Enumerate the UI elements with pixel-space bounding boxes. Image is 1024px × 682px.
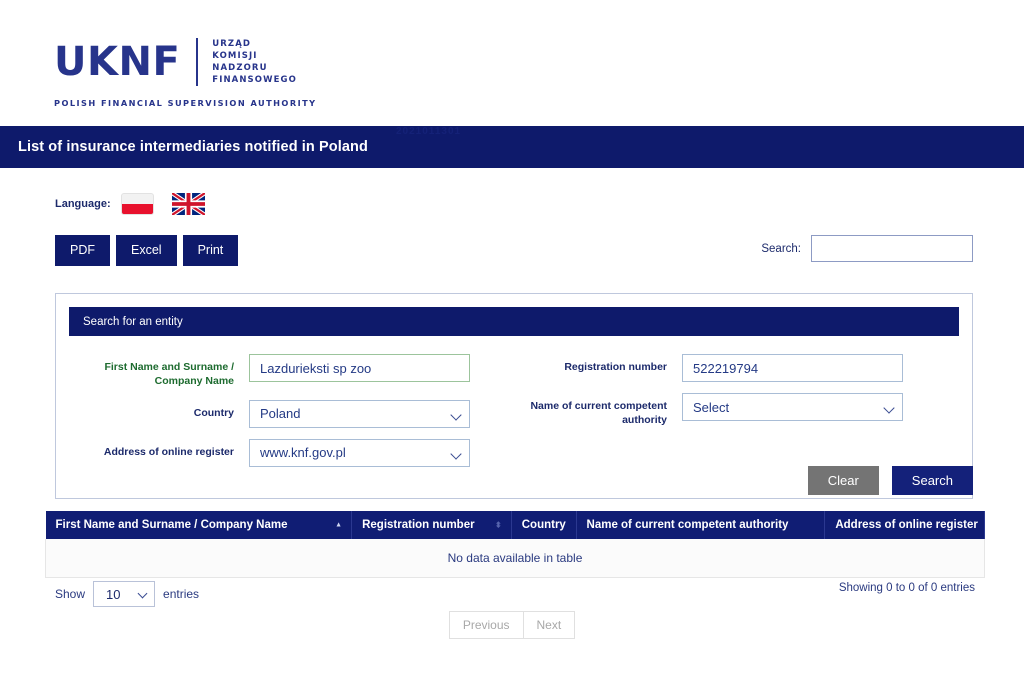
table-empty-message: No data available in table <box>45 539 985 578</box>
page-length-select[interactable]: 10 <box>93 581 156 607</box>
table-empty-row: No data available in table <box>45 539 985 578</box>
page-length-group: Show 10 entries <box>55 581 207 607</box>
table-info-text: Showing 0 to 0 of 0 entries <box>838 582 975 594</box>
entity-panel-heading: Search for an entity <box>69 307 959 336</box>
results-header-row: First Name and Surname / Company Name Re… <box>45 511 985 539</box>
column-header-online-register[interactable]: Address of online register <box>824 511 985 539</box>
form-action-group: Clear Search <box>807 466 973 495</box>
results-table-head: First Name and Surname / Company Name Re… <box>45 511 985 539</box>
page-title: List of insurance intermediaries notifie… <box>18 139 368 155</box>
export-pdf-button[interactable]: PDF <box>55 235 110 266</box>
page-header-bar: List of insurance intermediaries notifie… <box>0 126 1024 168</box>
logo-word-3: NADZORU <box>212 63 268 74</box>
company-name-control <box>249 354 514 382</box>
language-selector: Language: <box>55 193 205 215</box>
online-register-control: www.knf.gov.pl <box>249 438 514 467</box>
page-length-select-wrap: 10 <box>93 581 156 607</box>
column-header-competent-authority[interactable]: Name of current competent authority <box>576 511 826 539</box>
online-register-label: Address of online register <box>103 445 234 458</box>
uknf-logo: UKNF URZĄD KOMISJI NADZORU FINANSOWEGO P… <box>54 38 317 108</box>
logo-word-1: URZĄD <box>212 39 252 49</box>
registration-number-control <box>682 354 959 382</box>
logo-word-2: KOMISJI <box>212 51 258 62</box>
country-select[interactable]: Poland <box>249 399 470 428</box>
header-watermark: 2021011301 <box>396 126 462 137</box>
language-label: Language: <box>55 198 111 210</box>
print-button[interactable]: Print <box>182 235 239 266</box>
registration-number-field-row: Registration number <box>514 354 959 382</box>
logo-divider <box>196 38 199 87</box>
clear-button[interactable]: Clear <box>807 466 879 495</box>
online-register-field-row: Address of online register www.knf.gov.p… <box>69 438 514 467</box>
logo-acronym: UKNF <box>54 39 181 86</box>
table-search-input[interactable] <box>811 235 973 262</box>
online-register-select-wrap: www.knf.gov.pl <box>249 438 470 467</box>
table-search-label: Search: <box>761 242 801 255</box>
poland-flag-icon[interactable] <box>120 193 154 215</box>
pagination-controls: Previous Next <box>0 611 1024 639</box>
results-table-body: No data available in table <box>45 539 985 578</box>
country-field-row: Country Poland <box>69 399 514 428</box>
column-header-country[interactable]: Country <box>511 511 577 539</box>
online-register-select[interactable]: www.knf.gov.pl <box>249 438 470 467</box>
company-name-label: First Name and Surname / Company Name <box>104 361 234 387</box>
page-length-show-label: Show <box>55 587 86 601</box>
country-label: Country <box>193 406 234 419</box>
country-control: Poland <box>249 399 514 428</box>
logo-primary-row: UKNF URZĄD KOMISJI NADZORU FINANSOWEGO <box>54 38 317 87</box>
competent-authority-select-wrap: Select <box>682 393 903 421</box>
results-table: First Name and Surname / Company Name Re… <box>45 511 985 578</box>
company-name-field-row: First Name and Surname / Company Name <box>69 354 514 389</box>
pagination-next-button[interactable]: Next <box>523 611 576 639</box>
pagination-previous-button[interactable]: Previous <box>448 611 524 639</box>
company-name-input[interactable] <box>249 354 470 382</box>
competent-authority-control: Select <box>682 393 959 421</box>
page-length-entries-label: entries <box>163 587 200 601</box>
entity-form-right-column: Registration number Name of current comp… <box>514 354 959 478</box>
export-button-group: PDF Excel Print <box>55 235 239 266</box>
logo-word-4: FINANSOWEGO <box>212 75 297 86</box>
logo-wordmark: URZĄD KOMISJI NADZORU FINANSOWEGO <box>212 38 297 86</box>
search-button[interactable]: Search <box>891 466 973 495</box>
table-search-group: Search: <box>761 235 973 262</box>
column-header-registration-number[interactable]: Registration number <box>351 511 512 539</box>
competent-authority-field-row: Name of current competent authority Sele… <box>514 393 959 428</box>
export-excel-button[interactable]: Excel <box>116 235 177 266</box>
registration-number-label: Registration number <box>564 361 667 373</box>
logo-tagline: POLISH FINANCIAL SUPERVISION AUTHORITY <box>54 98 317 109</box>
united-kingdom-flag-icon[interactable] <box>171 193 205 215</box>
results-table-wrap: First Name and Surname / Company Name Re… <box>45 511 985 578</box>
country-select-wrap: Poland <box>249 399 470 428</box>
column-header-company-name[interactable]: First Name and Surname / Company Name <box>45 511 353 539</box>
entity-form-left-column: First Name and Surname / Company Name Co… <box>69 354 514 478</box>
competent-authority-label: Name of current competent authority <box>530 400 667 426</box>
competent-authority-select[interactable]: Select <box>682 393 903 421</box>
registration-number-input[interactable] <box>682 354 903 382</box>
page-root: UKNF URZĄD KOMISJI NADZORU FINANSOWEGO P… <box>0 0 1024 682</box>
